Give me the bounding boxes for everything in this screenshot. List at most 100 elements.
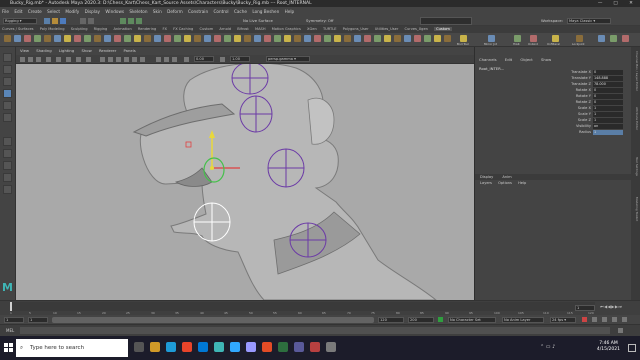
app-icon-purple[interactable] — [294, 342, 304, 352]
menu-skin[interactable]: Skin — [153, 9, 162, 14]
app-icon-dark-red[interactable] — [310, 342, 320, 352]
snap-curve-icon[interactable] — [128, 18, 134, 24]
auto-keyframe-toggle-icon[interactable] — [582, 317, 587, 322]
notification-icon[interactable] — [628, 344, 636, 352]
side-tab-tool-settings[interactable]: Tool Settings — [632, 157, 639, 176]
panel-menu-panels[interactable]: Panels — [124, 48, 136, 53]
attr-rotate-y[interactable]: Rotate Y0 — [563, 94, 623, 99]
film-gate-icon[interactable] — [76, 57, 81, 62]
menu-select[interactable]: Select — [47, 9, 60, 14]
range-start-field[interactable]: 1 — [4, 317, 24, 323]
script-editor-button-icon[interactable] — [618, 328, 623, 333]
isolate-select-icon[interactable] — [172, 57, 177, 62]
shelf-tab-custom-1[interactable]: Custom — [199, 27, 213, 31]
wireframe-icon[interactable] — [100, 57, 105, 62]
attr-translate-y[interactable]: Translate Y 148.888 — [563, 76, 623, 81]
smooth-shade-icon[interactable] — [108, 57, 113, 62]
taskbar-search-box[interactable]: ⌕ Type here to search — [16, 339, 128, 357]
bind-skin-icon[interactable] — [24, 35, 31, 42]
attribute-spread-icon[interactable] — [314, 35, 321, 42]
select-camera-icon[interactable] — [20, 57, 25, 62]
paint-select-tool-icon[interactable] — [3, 77, 12, 86]
joint-tool-icon[interactable] — [4, 35, 11, 42]
task-view-icon[interactable] — [134, 342, 144, 352]
hypershade-icon[interactable] — [284, 35, 291, 42]
xray-icon[interactable] — [156, 57, 161, 62]
attr-rotate-x[interactable]: Rotate X0 — [563, 88, 623, 93]
shelf-tab-rendering[interactable]: Rendering — [138, 27, 156, 31]
select-tool-icon[interactable] — [3, 53, 12, 62]
save-scene-icon[interactable] — [60, 18, 66, 24]
side-tab-channel-box[interactable]: Channel Box / Layer Editor — [632, 51, 639, 91]
menu-create[interactable]: Create — [28, 9, 42, 14]
menu-display[interactable]: Display — [85, 9, 100, 14]
shelf-custom-icon-11[interactable] — [444, 35, 451, 42]
gamma-icon[interactable] — [220, 57, 225, 62]
four-view-icon[interactable] — [3, 149, 12, 158]
viewport-persp[interactable] — [16, 64, 474, 300]
file-explorer-icon[interactable] — [150, 342, 160, 352]
photoshop-icon[interactable] — [230, 342, 240, 352]
shelf-custom-icon-3[interactable] — [364, 35, 371, 42]
reference-icon[interactable] — [334, 35, 341, 42]
namespace-icon[interactable] — [324, 35, 331, 42]
shelf-tab-polygons-user[interactable]: Polygons_User — [343, 27, 369, 31]
mirror-joint-icon-2[interactable] — [488, 35, 495, 42]
shelf-custom-icon-9[interactable] — [424, 35, 431, 42]
menu-skeleton[interactable]: Skeleton — [129, 9, 147, 14]
select-object-icon[interactable] — [88, 18, 94, 24]
shelf-custom-icon-4[interactable] — [374, 35, 381, 42]
bind-tool-icon[interactable] — [460, 35, 467, 42]
shelf-custom-icon-2[interactable] — [354, 35, 361, 42]
shelf-extra-icon-3[interactable] — [622, 35, 629, 42]
set-driven-key-icon[interactable] — [164, 35, 171, 42]
outliner-layout-icon[interactable] — [3, 185, 12, 194]
layer-menu-layers[interactable]: Layers — [480, 181, 492, 185]
cb-menu-show[interactable]: Show — [541, 57, 551, 62]
orient-joint-icon[interactable] — [54, 35, 61, 42]
shelf-custom-icon-8[interactable] — [414, 35, 421, 42]
attr-scale-x[interactable]: Scale X1 — [563, 106, 623, 111]
new-scene-icon[interactable] — [44, 18, 50, 24]
outliner-icon[interactable] — [244, 35, 251, 42]
shelf-custom-icon-5[interactable] — [384, 35, 391, 42]
bookmark-icon[interactable] — [46, 57, 51, 62]
cb-menu-edit[interactable]: Edit — [505, 57, 512, 62]
use-lights-icon[interactable] — [132, 57, 137, 62]
shelf-custom-icon-1[interactable] — [344, 35, 351, 42]
rotate-tool-icon[interactable] — [3, 101, 12, 110]
locator-icon[interactable] — [194, 35, 201, 42]
panel-menu-view[interactable]: View — [20, 48, 29, 53]
wireframe-on-shaded-icon[interactable] — [116, 57, 121, 62]
select-hierarchy-icon[interactable] — [80, 18, 86, 24]
premiere-icon[interactable] — [246, 342, 256, 352]
exposure-field[interactable]: 0.00 — [194, 56, 214, 62]
parent-constraint-icon[interactable] — [104, 35, 111, 42]
lattice-icon[interactable] — [84, 35, 91, 42]
shelf-tab-fx-caching[interactable]: FX Caching — [173, 27, 193, 31]
persp-graph-icon[interactable] — [3, 173, 12, 182]
playback-controls[interactable]: ⏮◀◀▶▶⏭ — [600, 304, 623, 309]
shelf-tab-rigging[interactable]: Rigging — [94, 27, 108, 31]
mirror-joint-icon[interactable] — [44, 35, 51, 42]
cb-menu-channels[interactable]: Channels — [479, 57, 497, 62]
time-slider-track[interactable] — [10, 302, 595, 311]
persp-outliner-icon[interactable] — [3, 161, 12, 170]
attr-visibility[interactable]: Visibility on — [563, 124, 623, 129]
menu-file[interactable]: File — [2, 9, 9, 14]
attr-rotate-z[interactable]: Rotate Z0 — [563, 100, 623, 105]
textured-icon[interactable] — [124, 57, 129, 62]
app-icon-red[interactable] — [262, 342, 272, 352]
pole-vector-icon[interactable] — [154, 35, 161, 42]
node-editor-icon[interactable] — [254, 35, 261, 42]
loop-icon[interactable] — [622, 317, 627, 322]
cluster-icon[interactable] — [64, 35, 71, 42]
shelf-tab-poly[interactable]: Poly Modeling — [40, 27, 65, 31]
menu-modify[interactable]: Modify — [65, 9, 79, 14]
shadows-icon[interactable] — [140, 57, 145, 62]
current-time-marker[interactable] — [10, 302, 12, 311]
center-pivot-icon[interactable] — [224, 35, 231, 42]
scale-tool-icon[interactable] — [3, 113, 12, 122]
lockjoint-icon[interactable] — [576, 35, 583, 42]
exposure-icon[interactable] — [184, 57, 189, 62]
